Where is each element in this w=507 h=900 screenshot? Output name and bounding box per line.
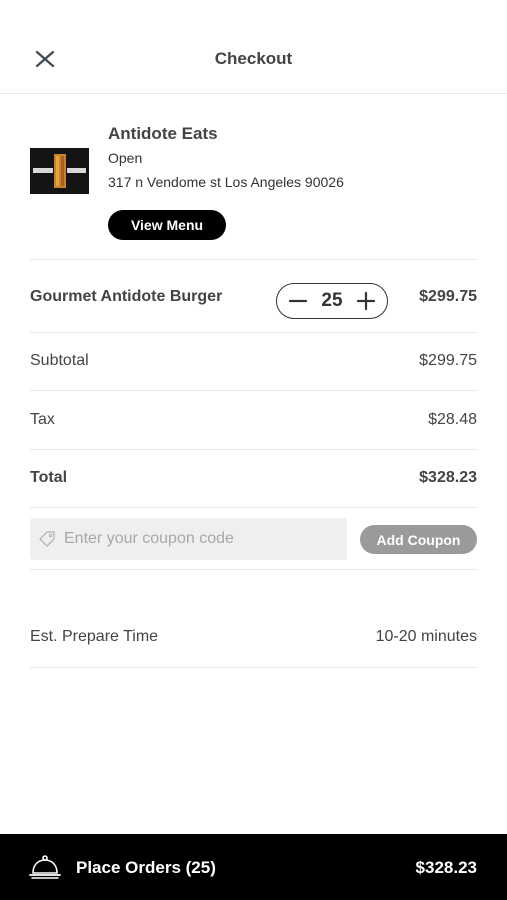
tax-value: $28.48 [428, 411, 477, 428]
view-menu-button[interactable]: View Menu [108, 210, 226, 240]
quantity-stepper: 25 [276, 283, 388, 319]
increase-quantity-button[interactable] [355, 290, 377, 312]
place-orders-button[interactable]: Place Orders (25) $328.23 [0, 834, 507, 900]
tax-label: Tax [30, 411, 55, 428]
coupon-row: Add Coupon [30, 508, 477, 570]
cart-item-row: Gourmet Antidote Burger 25 $299.75 [30, 261, 477, 333]
subtotal-value: $299.75 [419, 352, 477, 369]
order-total: $328.23 [415, 858, 477, 877]
subtotal-label: Subtotal [30, 352, 89, 369]
place-orders-label: Place Orders (25) [76, 858, 216, 877]
tax-row: Tax $28.48 [30, 391, 477, 450]
restaurant-address: 317 n Vendome st Los Angeles 90026 [108, 174, 344, 190]
service-bell-icon [29, 855, 61, 879]
prepare-time-row: Est. Prepare Time 10-20 minutes [30, 608, 477, 668]
page-title: Checkout [214, 49, 293, 68]
item-name: Gourmet Antidote Burger [30, 288, 223, 305]
subtotal-row: Subtotal $299.75 [30, 333, 477, 391]
header: Checkout [0, 0, 507, 94]
item-price: $299.75 [419, 288, 477, 305]
add-coupon-button[interactable]: Add Coupon [360, 525, 477, 554]
coupon-input[interactable] [64, 518, 344, 560]
prepare-time-value: 10-20 minutes [375, 628, 477, 645]
restaurant-card: Antidote Eats Open 317 n Vendome st Los … [30, 118, 477, 260]
total-row: Total $328.23 [30, 450, 477, 508]
total-label: Total [30, 469, 68, 486]
restaurant-logo [30, 148, 89, 194]
tag-icon [39, 531, 55, 547]
coupon-field [30, 518, 347, 560]
restaurant-name: Antidote Eats [108, 124, 218, 143]
restaurant-status: Open [108, 150, 143, 166]
plus-icon [356, 291, 376, 311]
total-value: $328.23 [419, 469, 477, 486]
prepare-time-label: Est. Prepare Time [30, 628, 159, 645]
